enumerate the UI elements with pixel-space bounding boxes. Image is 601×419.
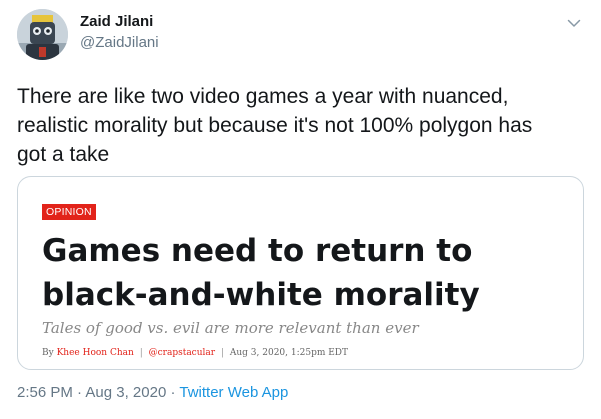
byline-prefix: By [42,348,54,358]
byline-twitter: @crapstacular [148,348,216,358]
avatar[interactable] [17,9,68,60]
avatar-icon [17,9,68,60]
separator-dot: · [77,384,83,401]
byline-date: Aug 3, 2020, 1:25pm EDT [229,348,349,358]
opinion-badge: OPINION [42,204,96,220]
headline-line: black-and-white morality [42,277,480,313]
tweet-text-line: There are like two video games a year wi… [17,85,509,108]
headline-line: Games need to return to [42,233,473,269]
separator-dot: · [170,384,176,401]
tweet-time[interactable]: 2:56 PM [17,384,73,401]
more-options-button[interactable] [565,14,583,32]
article-subhead: Tales of good vs. evil are more relevant… [42,319,419,337]
tweet-timestamp: 2:56 PM · Aug 3, 2020 · Twitter Web App [17,384,288,401]
tweet: Zaid Jilani @ZaidJilani There are like t… [0,0,601,419]
byline-separator: | [139,348,143,358]
link-preview-card[interactable]: OPINION Games need to return to black-an… [17,176,584,370]
tweet-source-link[interactable]: Twitter Web App [179,384,288,401]
article-headline: Games need to return to black-and-white … [42,229,572,317]
byline-author: Khee Hoon Chan [56,348,134,358]
handle[interactable]: @ZaidJilani [80,34,159,51]
article-byline: By Khee Hoon Chan | @crapstacular | Aug … [42,348,348,358]
tweet-text-line: realistic morality but because it's not … [17,114,533,137]
display-name[interactable]: Zaid Jilani [80,13,153,30]
tweet-text: There are like two video games a year wi… [17,82,587,169]
chevron-down-icon [567,19,581,27]
byline-separator: | [220,348,224,358]
tweet-text-line: got a take [17,143,110,166]
tweet-date[interactable]: Aug 3, 2020 [85,384,166,401]
